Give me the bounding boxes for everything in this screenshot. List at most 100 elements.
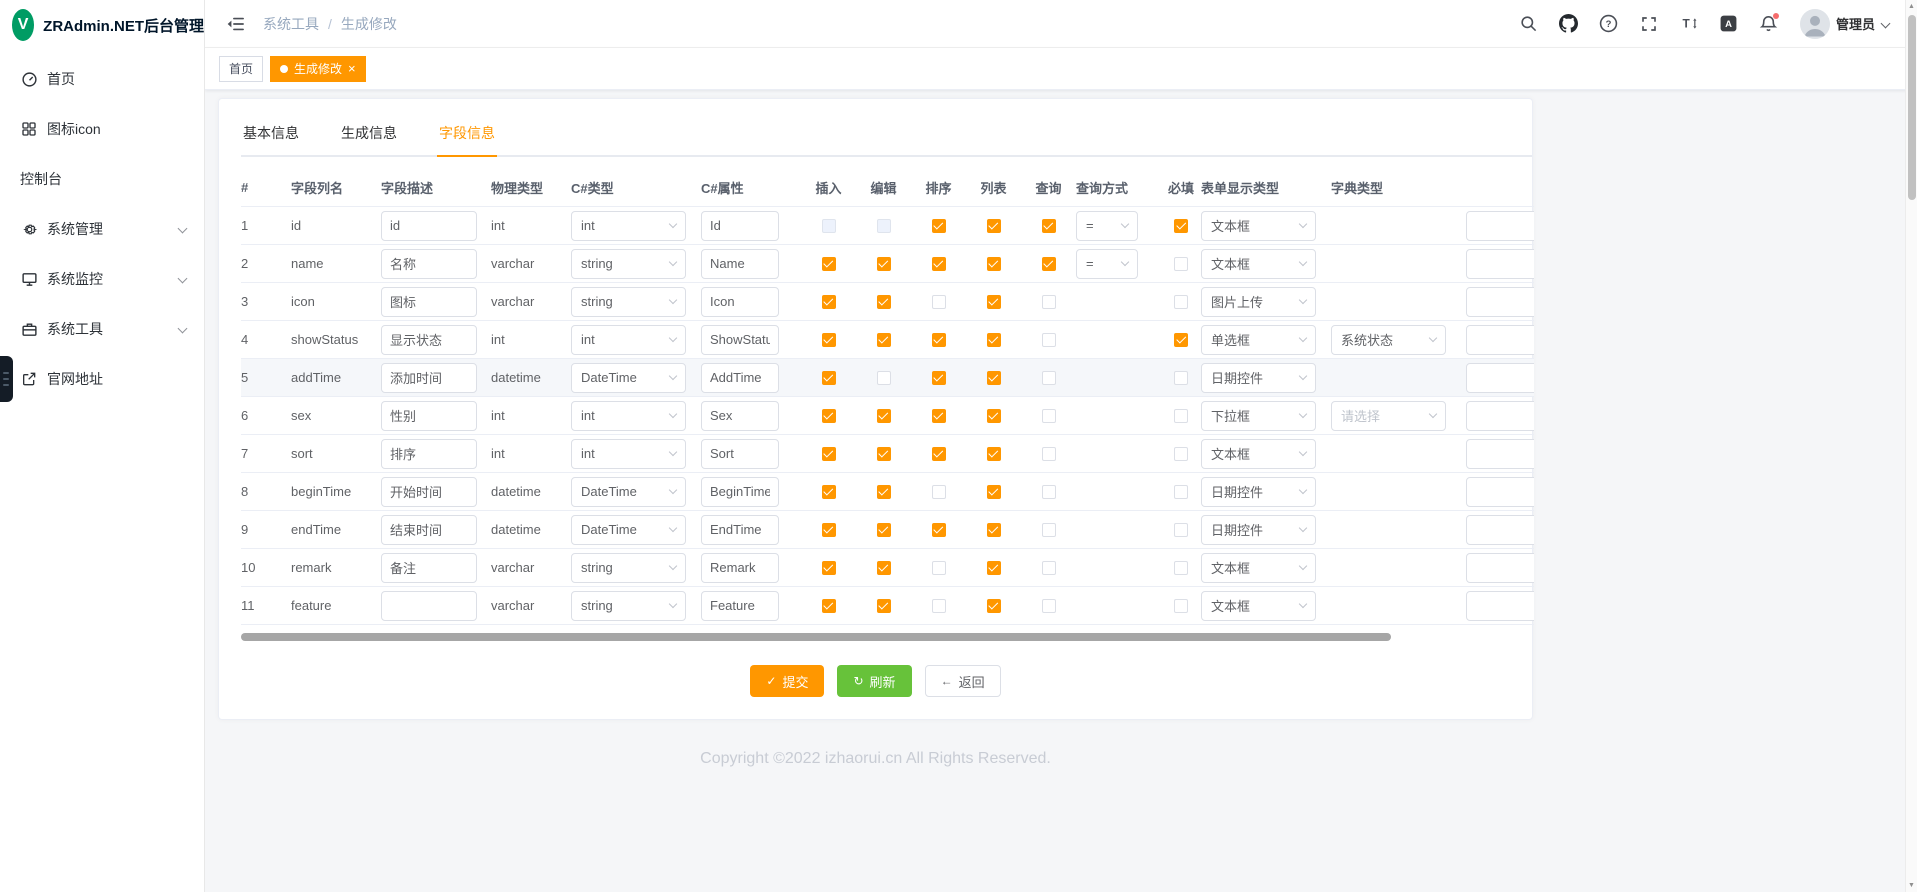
tag-home[interactable]: 首页: [219, 56, 263, 82]
list-checkbox[interactable]: [987, 599, 1001, 613]
extra-input[interactable]: [1466, 249, 1534, 279]
display-type-select[interactable]: 文本框: [1201, 211, 1316, 241]
csharp-type-select[interactable]: DateTime: [571, 363, 686, 393]
sidebar-item-system-management[interactable]: 系统管理: [0, 204, 204, 254]
query-checkbox[interactable]: [1042, 409, 1056, 423]
csharp-property-input[interactable]: [701, 401, 779, 431]
csharp-property-input[interactable]: [701, 553, 779, 583]
sort-checkbox[interactable]: [932, 599, 946, 613]
field-description-input[interactable]: [381, 477, 477, 507]
list-checkbox[interactable]: [987, 219, 1001, 233]
csharp-property-input[interactable]: [701, 591, 779, 621]
dict-type-select[interactable]: 系统状态: [1331, 325, 1446, 355]
display-type-select[interactable]: 文本框: [1201, 553, 1316, 583]
sort-checkbox[interactable]: [932, 561, 946, 575]
display-type-select[interactable]: 文本框: [1201, 439, 1316, 469]
insert-checkbox[interactable]: [822, 409, 836, 423]
csharp-property-input[interactable]: [701, 249, 779, 279]
required-checkbox[interactable]: [1174, 599, 1188, 613]
submit-button[interactable]: ✓ 提交: [750, 665, 824, 697]
edit-checkbox[interactable]: [877, 257, 891, 271]
field-description-input[interactable]: [381, 515, 477, 545]
required-checkbox[interactable]: [1174, 295, 1188, 309]
csharp-type-select[interactable]: int: [571, 211, 686, 241]
edit-checkbox[interactable]: [877, 295, 891, 309]
extra-input[interactable]: [1466, 401, 1534, 431]
insert-checkbox[interactable]: [822, 599, 836, 613]
extra-input[interactable]: [1466, 287, 1534, 317]
github-button[interactable]: [1558, 13, 1580, 35]
csharp-property-input[interactable]: [701, 363, 779, 393]
csharp-property-input[interactable]: [701, 477, 779, 507]
field-description-input[interactable]: [381, 439, 477, 469]
list-checkbox[interactable]: [987, 257, 1001, 271]
list-checkbox[interactable]: [987, 523, 1001, 537]
display-type-select[interactable]: 单选框: [1201, 325, 1316, 355]
insert-checkbox[interactable]: [822, 219, 836, 233]
insert-checkbox[interactable]: [822, 561, 836, 575]
extra-input[interactable]: [1466, 553, 1534, 583]
field-description-input[interactable]: [381, 287, 477, 317]
sidebar-item-system-monitor[interactable]: 系统监控: [0, 254, 204, 304]
display-type-select[interactable]: 图片上传: [1201, 287, 1316, 317]
font-size-button[interactable]: T: [1678, 13, 1700, 35]
insert-checkbox[interactable]: [822, 371, 836, 385]
edit-checkbox[interactable]: [877, 447, 891, 461]
required-checkbox[interactable]: [1174, 447, 1188, 461]
list-checkbox[interactable]: [987, 333, 1001, 347]
extra-input[interactable]: [1466, 325, 1534, 355]
sort-checkbox[interactable]: [932, 257, 946, 271]
list-checkbox[interactable]: [987, 447, 1001, 461]
search-button[interactable]: [1518, 13, 1540, 35]
scroll-down-arrow[interactable]: ▼: [1906, 879, 1917, 892]
sort-checkbox[interactable]: [932, 371, 946, 385]
extra-input[interactable]: [1466, 477, 1534, 507]
insert-checkbox[interactable]: [822, 485, 836, 499]
settings-drawer-handle[interactable]: [0, 356, 13, 402]
fullscreen-button[interactable]: [1638, 13, 1660, 35]
edit-checkbox[interactable]: [877, 333, 891, 347]
csharp-type-select[interactable]: string: [571, 249, 686, 279]
required-checkbox[interactable]: [1174, 371, 1188, 385]
close-icon[interactable]: ×: [348, 62, 356, 75]
query-mode-select[interactable]: =: [1076, 211, 1138, 241]
extra-input[interactable]: [1466, 515, 1534, 545]
insert-checkbox[interactable]: [822, 523, 836, 537]
back-button[interactable]: ← 返回: [925, 665, 1001, 697]
tab-generate-info[interactable]: 生成信息: [339, 115, 399, 155]
list-checkbox[interactable]: [987, 371, 1001, 385]
csharp-type-select[interactable]: int: [571, 439, 686, 469]
edit-checkbox[interactable]: [877, 561, 891, 575]
tab-field-info[interactable]: 字段信息: [437, 115, 497, 155]
csharp-property-input[interactable]: [701, 325, 779, 355]
query-checkbox[interactable]: [1042, 447, 1056, 461]
help-button[interactable]: ?: [1598, 13, 1620, 35]
list-checkbox[interactable]: [987, 485, 1001, 499]
edit-checkbox[interactable]: [877, 409, 891, 423]
display-type-select[interactable]: 日期控件: [1201, 477, 1316, 507]
list-checkbox[interactable]: [987, 295, 1001, 309]
display-type-select[interactable]: 日期控件: [1201, 515, 1316, 545]
edit-checkbox[interactable]: [877, 599, 891, 613]
tab-basic-info[interactable]: 基本信息: [241, 115, 301, 155]
query-checkbox[interactable]: [1042, 219, 1056, 233]
language-button[interactable]: A: [1718, 13, 1740, 35]
csharp-type-select[interactable]: string: [571, 553, 686, 583]
csharp-property-input[interactable]: [701, 211, 779, 241]
field-description-input[interactable]: [381, 249, 477, 279]
scroll-up-arrow[interactable]: ▲: [1906, 0, 1917, 13]
field-description-input[interactable]: [381, 553, 477, 583]
sort-checkbox[interactable]: [932, 447, 946, 461]
sidebar-item-home[interactable]: 首页: [0, 54, 204, 104]
display-type-select[interactable]: 日期控件: [1201, 363, 1316, 393]
sort-checkbox[interactable]: [932, 485, 946, 499]
required-checkbox[interactable]: [1174, 523, 1188, 537]
display-type-select[interactable]: 文本框: [1201, 249, 1316, 279]
insert-checkbox[interactable]: [822, 333, 836, 347]
extra-input[interactable]: [1466, 363, 1534, 393]
display-type-select[interactable]: 文本框: [1201, 591, 1316, 621]
insert-checkbox[interactable]: [822, 295, 836, 309]
sort-checkbox[interactable]: [932, 219, 946, 233]
edit-checkbox[interactable]: [877, 485, 891, 499]
horizontal-scrollbar-thumb[interactable]: [241, 633, 1391, 641]
